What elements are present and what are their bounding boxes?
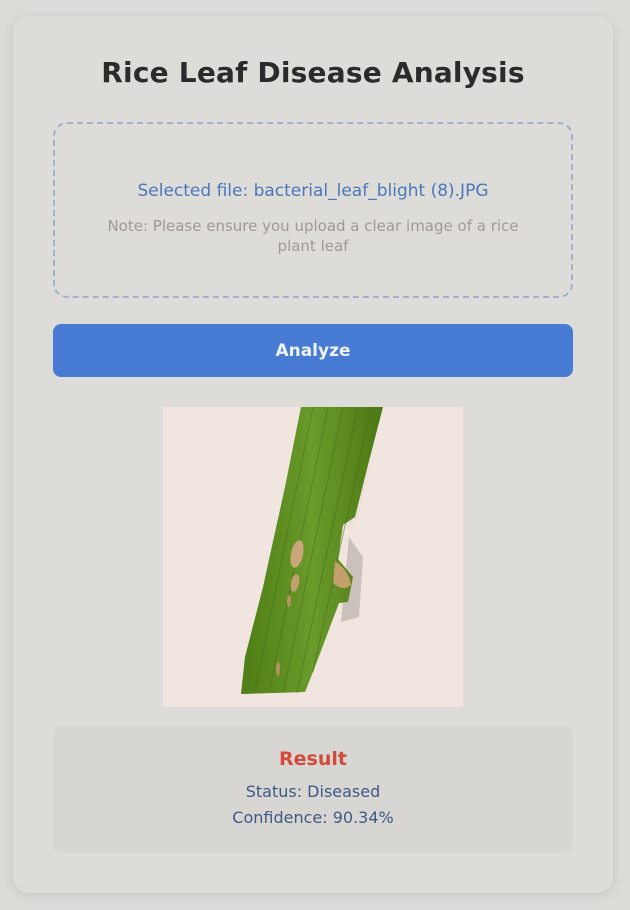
leaf-image — [241, 407, 383, 694]
result-panel: Result Status: Diseased Confidence: 90.3… — [53, 726, 573, 853]
selected-file-label: Selected file: bacterial_leaf_blight (8)… — [137, 181, 489, 201]
page-title: Rice Leaf Disease Analysis — [101, 56, 525, 89]
analyze-button[interactable]: Analyze — [53, 324, 573, 377]
analysis-card: Rice Leaf Disease Analysis Selected file… — [13, 16, 613, 893]
result-status: Status: Diseased — [245, 782, 381, 801]
leaf-image-preview — [163, 407, 463, 707]
result-confidence: Confidence: 90.34% — [232, 808, 394, 827]
file-upload-dropzone[interactable]: Selected file: bacterial_leaf_blight (8)… — [53, 122, 573, 298]
upload-note: Note: Please ensure you upload a clear i… — [107, 217, 519, 255]
result-title: Result — [279, 748, 347, 770]
